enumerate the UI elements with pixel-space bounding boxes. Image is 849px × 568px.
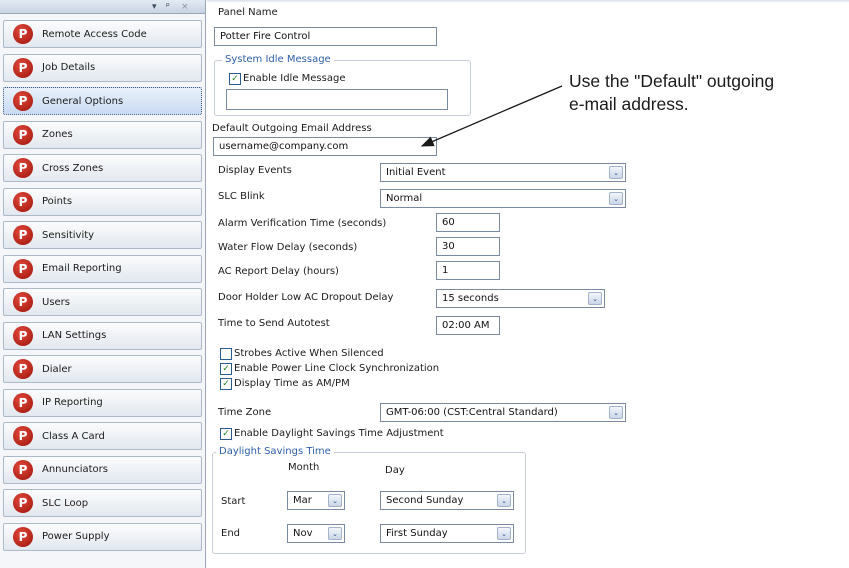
callout-arrow-line	[420, 85, 563, 147]
callout-arrow	[420, 85, 563, 147]
